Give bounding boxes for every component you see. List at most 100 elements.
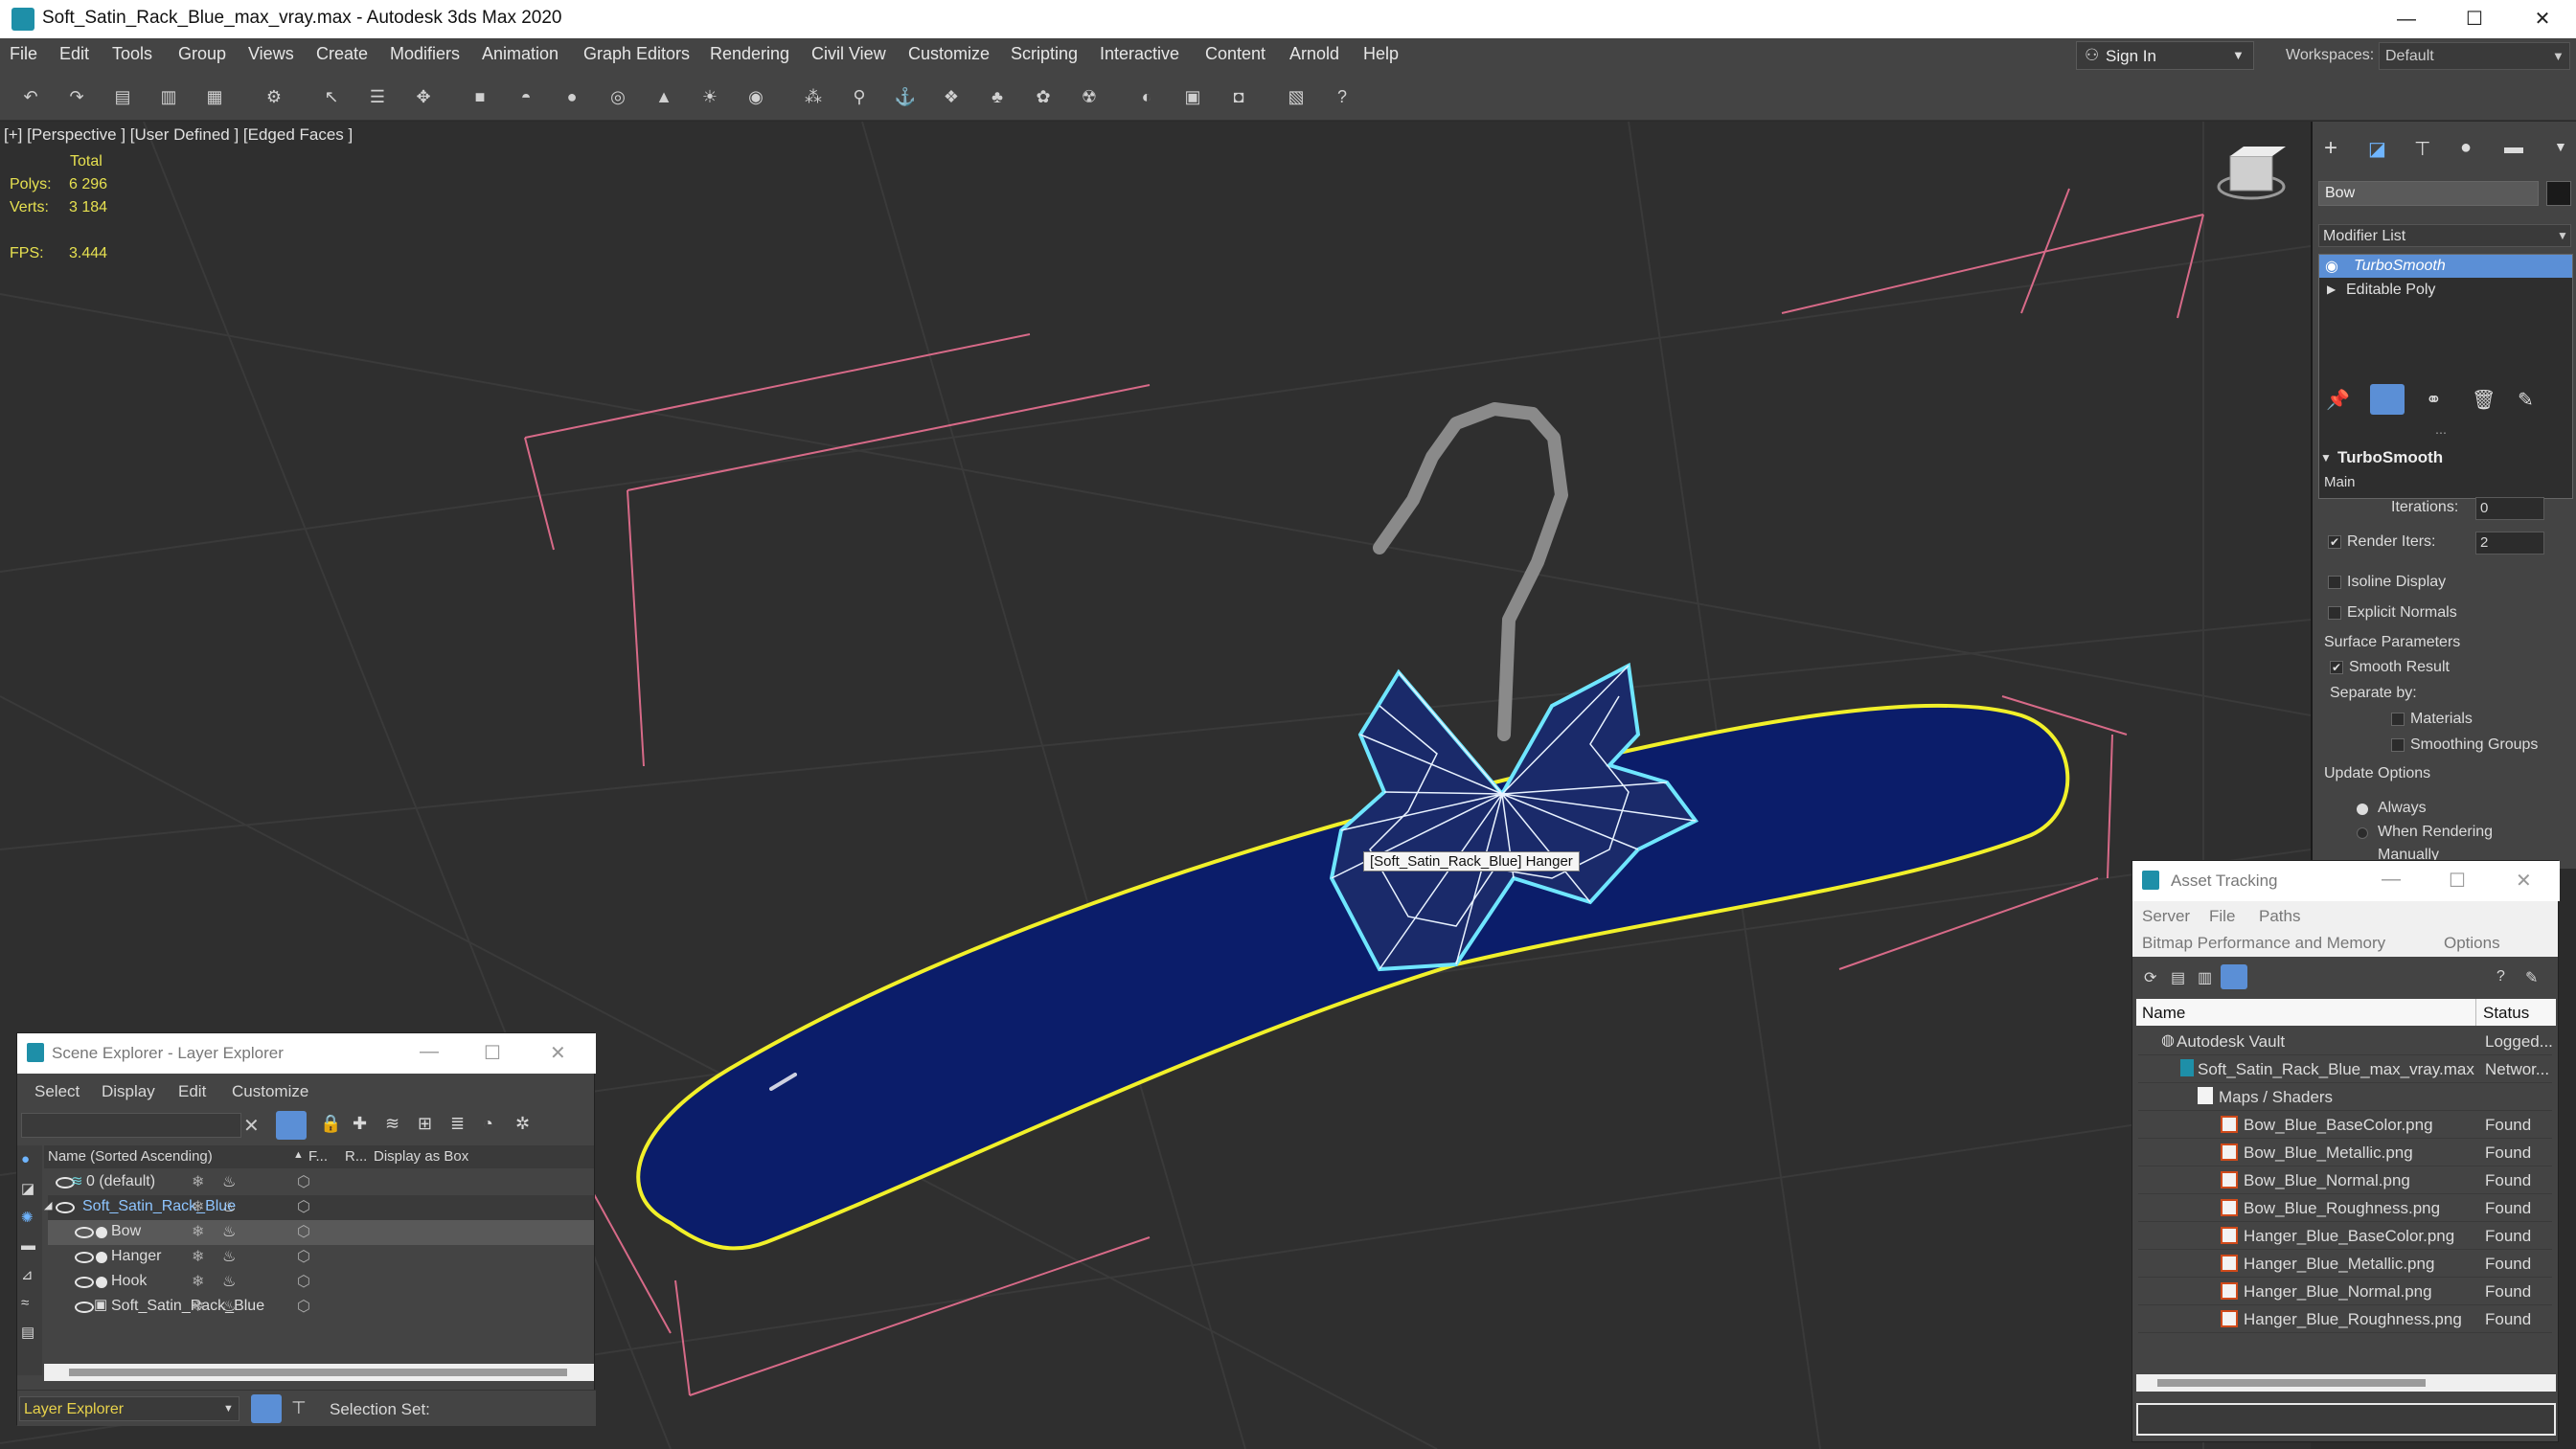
- minimize-icon[interactable]: —: [420, 1041, 439, 1063]
- menu-help[interactable]: Help: [1363, 44, 1399, 64]
- help-icon[interactable]: ?: [2496, 968, 2505, 985]
- eye-icon[interactable]: [75, 1227, 94, 1238]
- unlink-icon[interactable]: ▥: [155, 84, 182, 109]
- hierarchy-icon[interactable]: ⊞: [418, 1114, 432, 1134]
- table-view-icon[interactable]: [2221, 964, 2247, 989]
- display-tab-icon[interactable]: ▬: [2504, 137, 2523, 159]
- scene-explorer-titlebar[interactable]: Scene Explorer - Layer Explorer — ☐ ✕: [17, 1033, 596, 1074]
- make-unique-icon[interactable]: ⚭: [2426, 388, 2442, 412]
- grip-icon[interactable]: ⋯: [2435, 426, 2447, 440]
- select-by-name-icon[interactable]: ☰: [364, 84, 391, 109]
- list-item[interactable]: Hook ❄ ♨ ⬡: [48, 1270, 594, 1295]
- motion-tab-icon[interactable]: ●: [2460, 137, 2472, 159]
- menu-civil-view[interactable]: Civil View: [811, 44, 886, 64]
- dome-icon[interactable]: ◓: [513, 84, 539, 109]
- se-menu-display[interactable]: Display: [102, 1082, 155, 1101]
- refresh-icon[interactable]: ⟳: [2144, 968, 2156, 987]
- at-menu-options[interactable]: Options: [2444, 934, 2500, 953]
- biped-icon[interactable]: ⚓: [892, 84, 919, 109]
- layers-toggle-icon[interactable]: [251, 1394, 282, 1423]
- help-icon[interactable]: ?: [1329, 84, 1356, 109]
- pin-stack-icon[interactable]: 📌: [2326, 388, 2350, 412]
- at-menu-bitmap-perf[interactable]: Bitmap Performance and Memory: [2142, 934, 2385, 953]
- se-menu-edit[interactable]: Edit: [178, 1082, 206, 1101]
- list-item[interactable]: ≋ 0 (default) ❄ ♨ ⬡: [48, 1170, 594, 1195]
- chevron-down-icon[interactable]: ▼: [2554, 139, 2567, 154]
- menu-rendering[interactable]: Rendering: [710, 44, 789, 64]
- move-icon[interactable]: ✥: [410, 84, 437, 109]
- asset-tracking-titlebar[interactable]: Asset Tracking — ☐ ✕: [2132, 861, 2560, 901]
- at-menu-file[interactable]: File: [2209, 907, 2235, 926]
- table-row[interactable]: Hanger_Blue_Roughness.png Found: [2138, 1305, 2552, 1333]
- freeze-icon[interactable]: ❄: [192, 1197, 204, 1216]
- iterations-spinner[interactable]: 0: [2475, 497, 2544, 520]
- expand-arrow-icon[interactable]: ▶: [2327, 283, 2336, 296]
- viewport-label[interactable]: [+] [Perspective ] [User Defined ] [Edge…: [4, 125, 353, 145]
- col-name[interactable]: Name (Sorted Ascending): [48, 1148, 213, 1165]
- menu-arnold[interactable]: Arnold: [1289, 44, 1339, 64]
- modifier-list-dropdown[interactable]: Modifier List ▼: [2318, 224, 2571, 247]
- box-icon[interactable]: ■: [467, 84, 493, 109]
- object-color-swatch[interactable]: [2546, 181, 2571, 206]
- box-display-icon[interactable]: ⬡: [297, 1247, 310, 1266]
- eye-icon[interactable]: [56, 1202, 75, 1213]
- expand-arrow-icon[interactable]: ◢: [44, 1199, 52, 1211]
- minimize-icon[interactable]: —: [2382, 869, 2401, 891]
- scrollbar-thumb[interactable]: [2157, 1379, 2426, 1387]
- show-end-result-icon[interactable]: [2370, 384, 2405, 415]
- box-display-icon[interactable]: ⬡: [297, 1272, 310, 1291]
- settings-icon[interactable]: ✲: [515, 1114, 530, 1134]
- remove-modifier-icon[interactable]: 🗑: [2472, 388, 2496, 412]
- render-icon[interactable]: ◘: [1225, 84, 1252, 109]
- eye-icon[interactable]: [75, 1277, 94, 1288]
- menu-group[interactable]: Group: [178, 44, 226, 64]
- at-menu-server[interactable]: Server: [2142, 907, 2190, 926]
- menu-customize[interactable]: Customize: [908, 44, 990, 64]
- table-row[interactable]: Hanger_Blue_Metallic.png Found: [2138, 1250, 2552, 1278]
- layer-explorer-dropdown[interactable]: Layer Explorer ▼: [19, 1396, 239, 1421]
- when-rendering-radio[interactable]: [2357, 827, 2368, 839]
- box-display-icon[interactable]: ⬡: [297, 1222, 310, 1241]
- cone-icon[interactable]: ▲: [650, 84, 677, 109]
- layers-icon[interactable]: ≋: [385, 1114, 399, 1134]
- se-menu-customize[interactable]: Customize: [232, 1082, 308, 1101]
- render-iters-spinner[interactable]: 2: [2475, 532, 2544, 555]
- col-name[interactable]: Name: [2142, 1004, 2185, 1023]
- maximize-icon[interactable]: ☐: [484, 1041, 501, 1065]
- smooth-result-checkbox[interactable]: ✔: [2330, 661, 2343, 674]
- group-filter-icon[interactable]: ▤: [21, 1324, 34, 1341]
- se-menu-select[interactable]: Select: [34, 1082, 80, 1101]
- material-icon[interactable]: ◐: [1133, 84, 1160, 109]
- list-view-icon[interactable]: ▤: [2171, 968, 2185, 987]
- selection-filter-icon[interactable]: ⚙: [261, 84, 287, 109]
- close-icon[interactable]: ✕: [2516, 869, 2532, 893]
- menu-tools[interactable]: Tools: [112, 44, 152, 64]
- freeze-icon[interactable]: ❄: [192, 1172, 204, 1191]
- se-horizontal-scrollbar[interactable]: [44, 1364, 594, 1381]
- col-display-as-box[interactable]: Display as Box: [374, 1148, 468, 1165]
- menu-graph-editors[interactable]: Graph Editors: [583, 44, 690, 64]
- menu-file[interactable]: File: [10, 44, 37, 64]
- menu-create[interactable]: Create: [316, 44, 368, 64]
- eye-icon[interactable]: [75, 1302, 94, 1313]
- maximize-icon[interactable]: ☐: [2449, 869, 2466, 893]
- particles-icon[interactable]: ⁂: [800, 84, 827, 109]
- helper-filter-icon[interactable]: ⊿: [21, 1266, 34, 1283]
- tree-view-icon[interactable]: ▥: [2198, 968, 2212, 987]
- freeze-icon[interactable]: ❄: [192, 1297, 204, 1316]
- menu-edit[interactable]: Edit: [59, 44, 89, 64]
- list-item[interactable]: Bow ❄ ♨ ⬡: [48, 1220, 594, 1245]
- list-item[interactable]: ▣ Soft_Satin_Rack_Blue ❄ ♨ ⬡: [48, 1295, 594, 1320]
- box-display-icon[interactable]: ⬡: [297, 1297, 310, 1316]
- undo-icon[interactable]: ↶: [17, 84, 44, 109]
- bone-icon[interactable]: ⚲: [846, 84, 873, 109]
- stack-item-editable-poly[interactable]: ▶ Editable Poly: [2319, 279, 2572, 302]
- sun-icon[interactable]: ☀: [696, 84, 723, 109]
- geometry-filter-icon[interactable]: ◪: [21, 1180, 34, 1197]
- list-item[interactable]: Hanger ❄ ♨ ⬡: [48, 1245, 594, 1270]
- menu-content[interactable]: Content: [1205, 44, 1265, 64]
- hierarchy-tab-icon[interactable]: ⊤: [2414, 137, 2430, 161]
- scrollbar-thumb[interactable]: [69, 1369, 567, 1376]
- table-row[interactable]: ◍ Autodesk Vault Logged...: [2138, 1028, 2553, 1055]
- compound-icon[interactable]: ❖: [938, 84, 965, 109]
